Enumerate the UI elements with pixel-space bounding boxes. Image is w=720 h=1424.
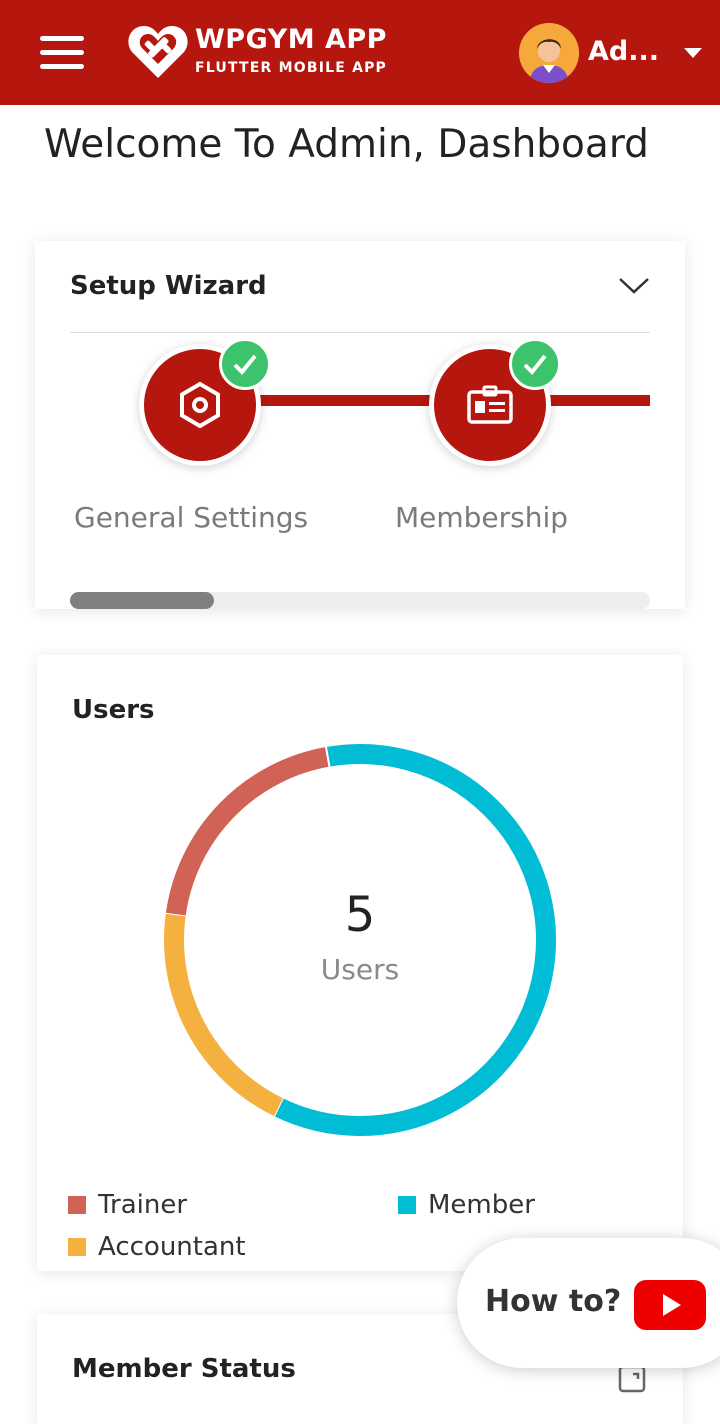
legend-swatch <box>68 1196 86 1214</box>
how-to-button[interactable]: How to? <box>457 1238 720 1368</box>
user-name[interactable]: Ad... <box>588 36 659 67</box>
legend-label: Trainer <box>98 1190 188 1220</box>
setup-wizard-title: Setup Wizard <box>70 271 267 301</box>
legend-swatch <box>398 1196 416 1214</box>
menu-icon[interactable] <box>40 36 84 70</box>
youtube-play-icon <box>634 1280 706 1330</box>
member-status-title: Member Status <box>72 1354 296 1384</box>
check-icon <box>219 338 271 390</box>
brand-subtitle: FLUTTER MOBILE APP <box>195 60 388 76</box>
chevron-down-icon[interactable] <box>684 48 702 58</box>
avatar[interactable] <box>519 23 579 83</box>
page-title: Welcome To Admin, Dashboard <box>44 122 649 167</box>
legend-swatch <box>68 1238 86 1256</box>
legend-label: Member <box>428 1190 535 1220</box>
users-card: Users 5 Users Trainer Member Accountant <box>37 655 683 1271</box>
divider <box>70 332 650 333</box>
how-to-label: How to? <box>485 1284 622 1319</box>
step-connector <box>541 395 650 406</box>
users-total: 5 <box>344 887 376 943</box>
legend-label: Accountant <box>98 1232 246 1262</box>
step-label: General Settings <box>74 501 309 534</box>
user-avatar-icon <box>519 23 579 83</box>
wpgym-logo-icon <box>128 26 188 78</box>
donut-segment-accountant <box>164 912 283 1117</box>
legend-accountant: Accountant <box>68 1232 246 1262</box>
legend-trainer: Trainer <box>68 1190 187 1220</box>
step-connector <box>251 395 431 406</box>
step-label: Membership <box>395 501 569 534</box>
check-icon <box>509 338 561 390</box>
scrollbar-thumb[interactable] <box>70 592 214 609</box>
chevron-down-icon[interactable] <box>617 273 651 297</box>
app-header: WPGYM APP FLUTTER MOBILE APP Ad... <box>0 0 720 105</box>
setup-wizard-card: Setup Wizard General Settings Membership <box>35 241 685 609</box>
legend-member: Member <box>398 1190 535 1220</box>
users-total-label: Users <box>320 953 400 986</box>
brand-title: WPGYM APP <box>195 24 387 55</box>
